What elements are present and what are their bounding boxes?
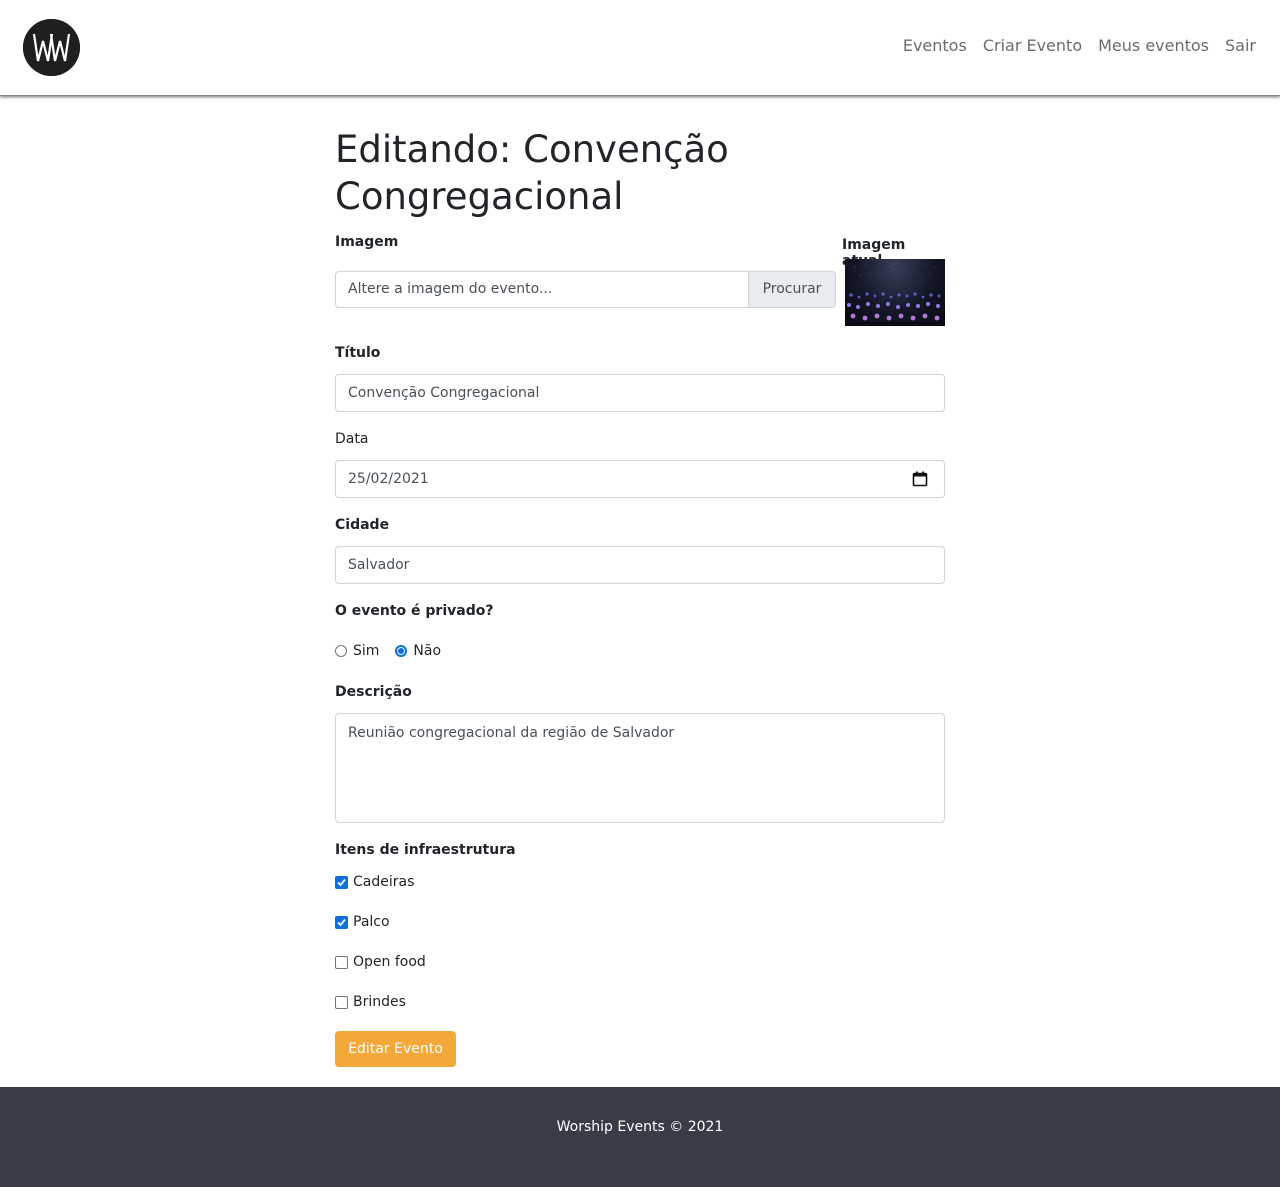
infra-item[interactable]: Brindes xyxy=(335,994,406,1010)
description-label: Descrição xyxy=(335,684,412,700)
current-event-image xyxy=(845,259,945,326)
nav-link-eventos[interactable]: Eventos xyxy=(903,36,967,55)
navbar: Eventos Criar Evento Meus eventos Sair xyxy=(0,0,1280,96)
date-input[interactable]: 25/02/2021 xyxy=(335,460,945,498)
date-value: 25/02/2021 xyxy=(348,471,429,487)
ww-logo-icon[interactable] xyxy=(23,19,80,76)
page-title: Editando: Convenção Congregacional xyxy=(335,128,729,218)
edit-event-button[interactable]: Editar Evento xyxy=(335,1031,456,1067)
image-file-placeholder[interactable]: Altere a imagem do evento... xyxy=(336,272,748,307)
radio-sim[interactable] xyxy=(335,645,347,657)
radio-nao-label[interactable]: Não xyxy=(413,643,441,659)
radio-nao[interactable] xyxy=(395,645,408,657)
browse-button[interactable]: Procurar xyxy=(748,272,835,307)
nav-link-sair[interactable]: Sair xyxy=(1225,36,1256,55)
checkbox-open-food[interactable] xyxy=(335,955,348,969)
calendar-icon[interactable] xyxy=(912,471,928,487)
nav-link-meus-eventos[interactable]: Meus eventos xyxy=(1098,36,1209,55)
infra-item[interactable]: Cadeiras xyxy=(335,874,414,890)
image-file-input[interactable]: Altere a imagem do evento... Procurar xyxy=(335,271,836,308)
infra-item-label[interactable]: Open food xyxy=(353,954,426,970)
checkbox-palco[interactable] xyxy=(335,915,348,929)
infra-item-label[interactable]: Cadeiras xyxy=(353,874,414,890)
footer: Worship Events © 2021 xyxy=(0,1087,1280,1187)
nav-link-criar-evento[interactable]: Criar Evento xyxy=(983,36,1082,55)
date-label: Data xyxy=(335,431,369,447)
city-label: Cidade xyxy=(335,517,390,533)
private-label: O evento é privado? xyxy=(335,603,494,619)
title-label: Título xyxy=(335,345,381,361)
infra-item[interactable]: Open food xyxy=(335,954,426,970)
description-textarea[interactable]: Reunião congregacional da região de Salv… xyxy=(335,713,945,823)
image-label: Imagem xyxy=(335,234,399,250)
private-radio-group: Sim Não xyxy=(335,643,441,659)
infra-item-label[interactable]: Brindes xyxy=(353,994,406,1010)
checkbox-cadeiras[interactable] xyxy=(335,875,348,889)
checkbox-brindes[interactable] xyxy=(335,995,348,1009)
footer-text: Worship Events © 2021 xyxy=(556,1119,724,1135)
infra-item-label[interactable]: Palco xyxy=(353,914,390,930)
title-input[interactable]: Convenção Congregacional xyxy=(335,374,945,412)
city-input[interactable]: Salvador xyxy=(335,546,945,584)
nav-links: Eventos Criar Evento Meus eventos Sair xyxy=(903,36,1256,55)
infra-label: Itens de infraestrutura xyxy=(335,842,516,858)
radio-sim-label[interactable]: Sim xyxy=(353,643,379,659)
infra-item[interactable]: Palco xyxy=(335,914,390,930)
